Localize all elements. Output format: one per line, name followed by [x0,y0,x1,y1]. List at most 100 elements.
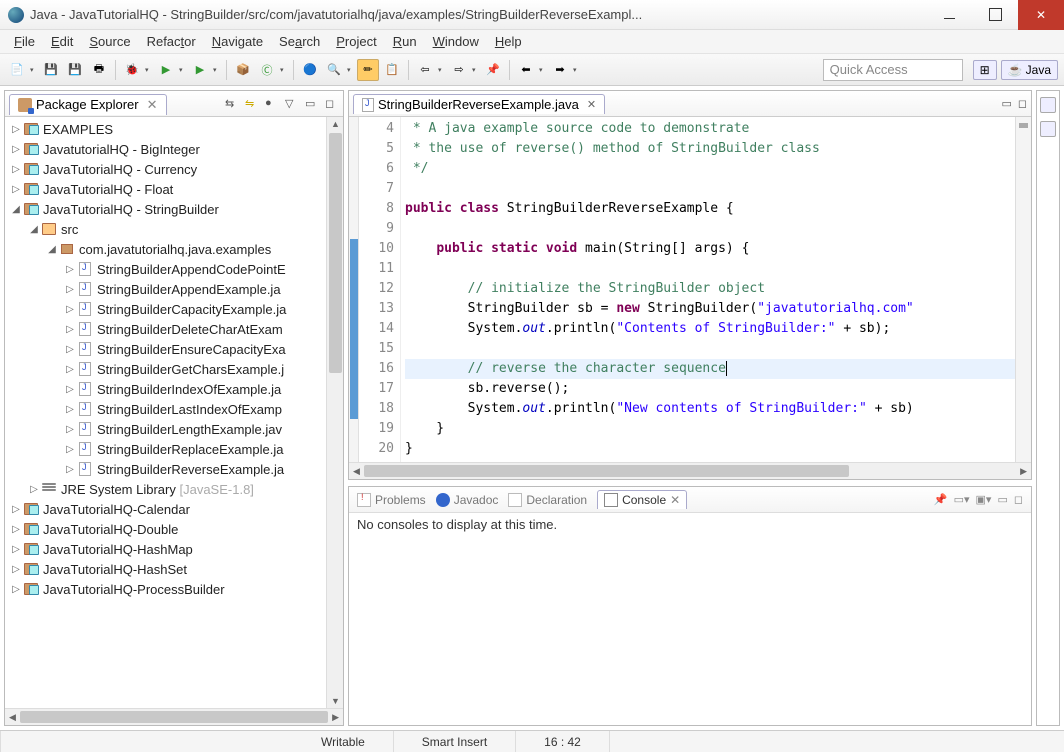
tree-node[interactable]: ◢com.javatutorialhq.java.examples [5,239,326,259]
expand-icon[interactable]: ▷ [63,324,77,335]
display-console-icon[interactable]: ▭▾ [954,493,970,506]
expand-icon[interactable]: ▷ [9,524,23,535]
expand-icon[interactable]: ▷ [63,404,77,415]
editor-body[interactable]: 4567891011121314151617181920 * A java ex… [349,117,1031,462]
problems-tab[interactable]: Problems [357,493,426,507]
tree-node[interactable]: ▷JavaTutorialHQ - Currency [5,159,326,179]
expand-icon[interactable]: ▷ [9,124,23,135]
back-button[interactable]: ⬅ [515,59,537,81]
tree-horizontal-scrollbar[interactable]: ◀ ▶ [5,708,343,725]
search-dropdown[interactable]: ▾ [347,66,355,74]
package-explorer-tab[interactable]: Package Explorer ✕ [9,94,167,115]
expand-icon[interactable]: ◢ [9,204,23,215]
menu-file[interactable]: File [6,31,43,52]
pin-console-icon[interactable]: 📌 [934,493,948,506]
tree-node[interactable]: ▷EXAMPLES [5,119,326,139]
expand-icon[interactable]: ▷ [63,384,77,395]
open-perspective-button[interactable]: ⊞ [973,60,997,80]
task-button[interactable]: 📋 [381,59,403,81]
tree-node[interactable]: ▷StringBuilderCapacityExample.ja [5,299,326,319]
package-explorer-tree[interactable]: ▷EXAMPLES▷JavatutorialHQ - BigInteger▷Ja… [5,117,326,708]
tasklist-trim-icon[interactable] [1040,121,1056,137]
forward-dropdown[interactable]: ▾ [573,66,581,74]
new-dropdown[interactable]: ▾ [30,66,38,74]
expand-icon[interactable]: ◢ [27,224,41,235]
new-type-dropdown[interactable]: ▾ [280,66,288,74]
scroll-right-arrow[interactable]: ▶ [332,712,339,723]
expand-icon[interactable]: ◢ [45,244,59,255]
line-number-gutter[interactable]: 4567891011121314151617181920 [359,117,401,462]
focus-task-icon[interactable]: ● [265,97,279,110]
expand-icon[interactable]: ▷ [9,564,23,575]
javadoc-tab[interactable]: Javadoc [436,493,499,507]
tree-node[interactable]: ▷JavaTutorialHQ-Calendar [5,499,326,519]
expand-icon[interactable]: ▷ [27,484,41,495]
tree-node[interactable]: ▷StringBuilderGetCharsExample.j [5,359,326,379]
menu-window[interactable]: Window [425,31,487,52]
tree-node[interactable]: ▷StringBuilderLastIndexOfExamp [5,399,326,419]
scroll-thumb[interactable] [329,133,342,373]
tree-node[interactable]: ▷JRE System Library [JavaSE-1.8] [5,479,326,499]
quick-access-input[interactable]: Quick Access [823,59,963,81]
expand-icon[interactable]: ▷ [9,144,23,155]
marker-bar[interactable] [349,117,359,462]
back-dropdown[interactable]: ▾ [539,66,547,74]
save-button[interactable]: 💾 [40,59,62,81]
tree-node[interactable]: ◢src [5,219,326,239]
expand-icon[interactable]: ▷ [63,364,77,375]
tree-node[interactable]: ◢JavaTutorialHQ - StringBuilder [5,199,326,219]
expand-icon[interactable]: ▷ [63,344,77,355]
open-type-button[interactable]: 🔵 [299,59,321,81]
tree-node[interactable]: ▷StringBuilderIndexOfExample.ja [5,379,326,399]
tree-node[interactable]: ▷JavaTutorialHQ-HashSet [5,559,326,579]
forward-button[interactable]: ➡ [549,59,571,81]
tree-node[interactable]: ▷StringBuilderAppendExample.ja [5,279,326,299]
expand-icon[interactable]: ▷ [63,304,77,315]
link-editor-icon[interactable]: ⇋ [245,97,259,110]
tree-vertical-scrollbar[interactable]: ▲ ▼ [326,117,343,708]
outline-trim-icon[interactable] [1040,97,1056,113]
minimize-button[interactable] [926,0,972,30]
expand-icon[interactable]: ▷ [63,284,77,295]
menu-help[interactable]: Help [487,31,530,52]
view-menu-icon[interactable]: ▽ [285,97,299,110]
tree-node[interactable]: ▷StringBuilderEnsureCapacityExa [5,339,326,359]
tree-node[interactable]: ▷StringBuilderAppendCodePointE [5,259,326,279]
declaration-tab[interactable]: Declaration [508,493,587,507]
maximize-view-icon[interactable]: ◻ [1014,493,1023,506]
open-console-icon[interactable]: ▣▾ [976,493,992,506]
expand-icon[interactable]: ▷ [9,184,23,195]
menu-refactor[interactable]: Refactor [139,31,204,52]
close-view-icon[interactable]: ✕ [670,493,680,507]
hscroll-thumb[interactable] [20,711,328,723]
menu-edit[interactable]: Edit [43,31,81,52]
menu-project[interactable]: Project [328,31,384,52]
editor-horizontal-scrollbar[interactable]: ◀ ▶ [349,462,1031,479]
print-button[interactable]: 🖶 [88,59,110,81]
overview-ruler[interactable] [1015,117,1031,462]
tree-node[interactable]: ▷StringBuilderReplaceExample.ja [5,439,326,459]
expand-icon[interactable]: ▷ [63,424,77,435]
maximize-editor-icon[interactable]: ◻ [1018,97,1027,110]
minimize-view-icon[interactable]: ▭ [997,493,1007,506]
maximize-view-icon[interactable]: ◻ [325,97,339,110]
scroll-up-arrow[interactable]: ▲ [331,119,340,129]
scroll-down-arrow[interactable]: ▼ [331,696,340,706]
new-button[interactable]: 📄 [6,59,28,81]
menu-run[interactable]: Run [385,31,425,52]
expand-icon[interactable]: ▷ [63,464,77,475]
maximize-button[interactable] [972,0,1018,30]
search-button[interactable]: 🔍 [323,59,345,81]
minimize-view-icon[interactable]: ▭ [305,97,319,110]
tree-node[interactable]: ▷JavaTutorialHQ-Double [5,519,326,539]
close-view-icon[interactable]: ✕ [147,97,158,113]
tree-node[interactable]: ▷JavaTutorialHQ-HashMap [5,539,326,559]
scroll-left-arrow[interactable]: ◀ [353,466,360,477]
run-button[interactable]: ▶ [155,59,177,81]
new-type-button[interactable]: Ⓒ [256,59,278,81]
nav-annotation-prev[interactable]: ⇦ [414,59,436,81]
nav-next-dropdown[interactable]: ▾ [472,66,480,74]
new-package-button[interactable]: 📦 [232,59,254,81]
expand-icon[interactable]: ▷ [9,164,23,175]
toggle-mark-button[interactable]: ✏ [357,59,379,81]
